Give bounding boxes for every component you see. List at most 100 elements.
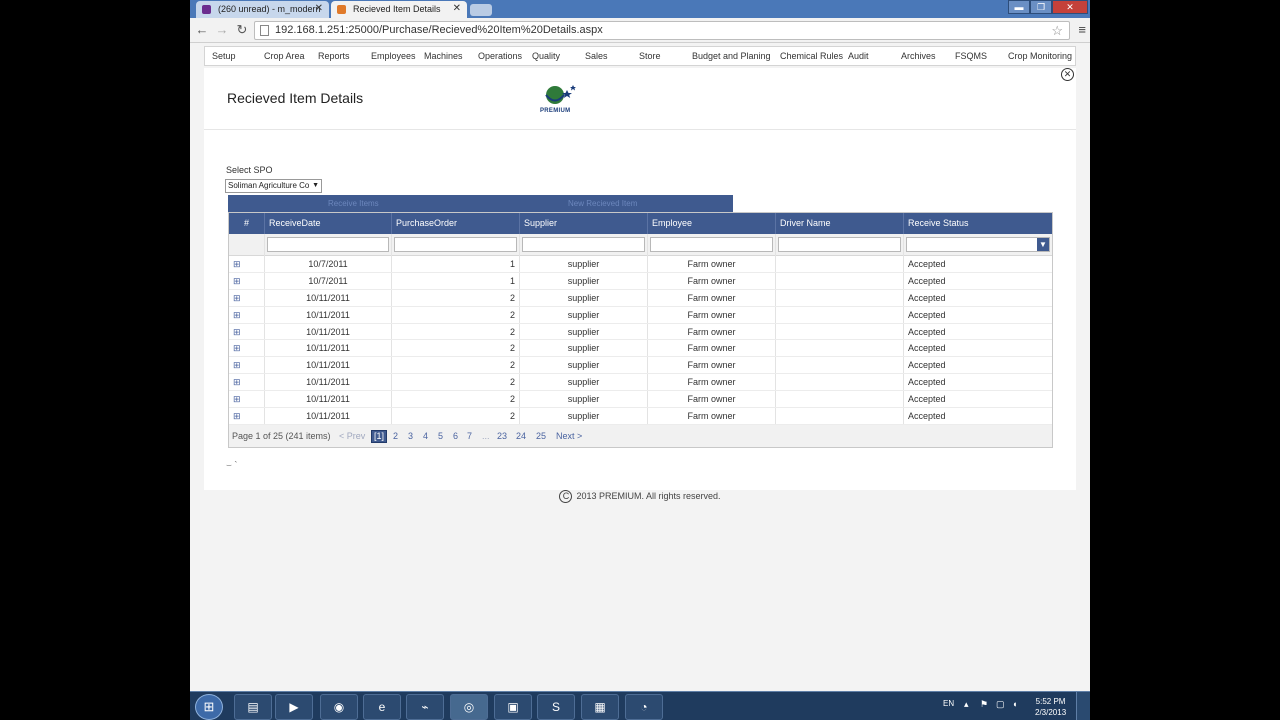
media-player-icon[interactable]: ▶	[275, 694, 313, 720]
column-header-supplier[interactable]: Supplier	[520, 213, 648, 234]
show-hidden-icons-icon[interactable]: ▴	[964, 699, 969, 710]
nav-store[interactable]: Store	[639, 47, 661, 66]
chrome-icon[interactable]: ◎	[450, 694, 488, 720]
nav-quality[interactable]: Quality	[532, 47, 560, 66]
tab-mail[interactable]: (260 unread) - m_modern ✕	[196, 1, 329, 18]
spo-dropdown[interactable]: Soliman Agriculture Co ▼	[225, 179, 322, 193]
nav-budget-and-planing[interactable]: Budget and Planing	[692, 47, 771, 66]
cell-supplier: supplier	[520, 340, 648, 357]
maximize-button[interactable]: ❐	[1030, 0, 1052, 14]
firefox-icon[interactable]: ◉	[320, 694, 358, 720]
table-row[interactable]: ⊞ 10/11/2011 2 supplier Farm owner Accepted	[229, 357, 1052, 375]
pager-page[interactable]: 3	[408, 425, 413, 447]
pager-page[interactable]: 5	[438, 425, 443, 447]
menu-icon[interactable]: ≡	[1078, 22, 1086, 37]
nav-operations[interactable]: Operations	[478, 47, 522, 66]
nav-reports[interactable]: Reports	[318, 47, 350, 66]
pager-page[interactable]: 2	[393, 425, 398, 447]
pager-current-page[interactable]: [1]	[371, 429, 388, 443]
expand-row-icon[interactable]: ⊞	[229, 374, 265, 391]
table-row[interactable]: ⊞ 10/11/2011 2 supplier Farm owner Accepted	[229, 374, 1052, 392]
camera-app-icon[interactable]: ▦	[581, 694, 619, 720]
column-header-employee[interactable]: Employee	[648, 213, 776, 234]
ie-icon[interactable]: e	[363, 694, 401, 720]
system-clock[interactable]: 5:52 PM 2/3/2013	[1035, 696, 1066, 718]
new-tab-button[interactable]	[470, 4, 492, 16]
filter-supplier-input[interactable]	[522, 237, 645, 252]
expand-row-icon[interactable]: ⊞	[229, 391, 265, 408]
nav-crop-monitoring[interactable]: Crop Monitoring	[1008, 47, 1072, 66]
expand-row-icon[interactable]: ⊞	[229, 340, 265, 357]
nav-chemical-rules[interactable]: Chemical Rules	[780, 47, 843, 66]
pager-next[interactable]: Next >	[556, 425, 582, 447]
show-desktop-button[interactable]	[1076, 692, 1090, 720]
pager-page[interactable]: 24	[516, 425, 526, 447]
table-row[interactable]: ⊞ 10/7/2011 1 supplier Farm owner Accepted	[229, 272, 1052, 290]
messenger-icon[interactable]: ◔	[625, 694, 663, 720]
tab-recieved-item-details[interactable]: Recieved Item Details ✕	[331, 1, 467, 18]
pager-prev[interactable]: < Prev	[339, 425, 365, 447]
filter-receive-status-dropdown[interactable]: ▼	[906, 237, 1050, 252]
table-row[interactable]: ⊞ 10/11/2011 2 supplier Farm owner Accepted	[229, 289, 1052, 307]
expand-row-icon[interactable]: ⊞	[229, 289, 265, 306]
skype-icon[interactable]: S	[537, 694, 575, 720]
table-row[interactable]: ⊞ 10/11/2011 2 supplier Farm owner Accepted	[229, 391, 1052, 409]
table-row[interactable]: ⊞ 10/11/2011 2 supplier Farm owner Accepted	[229, 323, 1052, 341]
bookmark-star-icon[interactable]: ☆	[1051, 22, 1063, 39]
nav-employees[interactable]: Employees	[371, 47, 416, 66]
filter-employee-input[interactable]	[650, 237, 773, 252]
nav-archives[interactable]: Archives	[901, 47, 936, 66]
chevron-down-icon[interactable]: ▼	[1037, 238, 1049, 251]
flag-icon[interactable]: ⚑	[980, 699, 988, 710]
table-row[interactable]: ⊞ 10/11/2011 2 supplier Farm owner Accepted	[229, 340, 1052, 358]
nav-crop-area[interactable]: Crop Area	[264, 47, 305, 66]
explorer-icon[interactable]: ▤	[234, 694, 272, 720]
column-header-receive-status[interactable]: Receive Status	[904, 213, 1052, 234]
tab-close-icon[interactable]: ✕	[453, 1, 461, 17]
pager-page[interactable]: 23	[497, 425, 507, 447]
pager-page[interactable]: 4	[423, 425, 428, 447]
back-arrow-icon[interactable]: ←	[194, 22, 210, 37]
expand-row-icon[interactable]: ⊞	[229, 408, 265, 424]
close-window-button[interactable]: ✕	[1052, 0, 1088, 14]
table-row[interactable]: ⊞ 10/11/2011 2 supplier Farm owner Accepted	[229, 408, 1052, 425]
reload-icon[interactable]: ↻	[234, 22, 250, 38]
nav-machines[interactable]: Machines	[424, 47, 463, 66]
address-bar[interactable]: 192.168.1.251:25000/Purchase/Recieved%20…	[254, 21, 1070, 40]
forward-arrow-icon[interactable]: →	[214, 22, 230, 37]
tab-receive-items[interactable]: Receive Items	[328, 195, 379, 212]
close-icon[interactable]: ✕	[1061, 68, 1074, 81]
column-header-receive-date[interactable]: ReceiveDate	[265, 213, 392, 234]
minimize-button[interactable]: ▬	[1008, 0, 1030, 14]
network-icon[interactable]: ▢	[996, 699, 1005, 710]
language-indicator[interactable]: EN	[943, 699, 954, 708]
tab-close-icon[interactable]: ✕	[315, 1, 323, 17]
pager-page[interactable]: 6	[453, 425, 458, 447]
pager-page[interactable]: 25	[536, 425, 546, 447]
network-app-icon[interactable]: ▣	[494, 694, 532, 720]
expand-row-icon[interactable]: ⊞	[229, 256, 265, 272]
table-row[interactable]: ⊞ 10/7/2011 1 supplier Farm owner Accepted	[229, 256, 1052, 273]
expand-row-icon[interactable]: ⊞	[229, 357, 265, 374]
cell-supplier: supplier	[520, 272, 648, 289]
expand-row-icon[interactable]: ⊞	[229, 323, 265, 340]
windows-start-icon[interactable]: ⊞	[195, 694, 223, 720]
column-header-purchase-order[interactable]: PurchaseOrder	[392, 213, 520, 234]
expand-row-icon[interactable]: ⊞	[229, 272, 265, 289]
column-header-driver-name[interactable]: Driver Name	[776, 213, 904, 234]
filter-purchase-order-input[interactable]	[394, 237, 517, 252]
filter-driver-name-input[interactable]	[778, 237, 901, 252]
pager-page[interactable]: 7	[467, 425, 472, 447]
filter-receive-date-input[interactable]	[267, 237, 389, 252]
tab-title: (260 unread) - m_modern	[218, 4, 321, 14]
acrobat-icon[interactable]: ⌁	[406, 694, 444, 720]
nav-audit[interactable]: Audit	[848, 47, 869, 66]
nav-fsqms[interactable]: FSQMS	[955, 47, 987, 66]
nav-sales[interactable]: Sales	[585, 47, 608, 66]
table-row[interactable]: ⊞ 10/11/2011 2 supplier Farm owner Accepted	[229, 306, 1052, 324]
cell-driver-name	[776, 408, 904, 424]
tab-new-recieved-item[interactable]: New Recieved Item	[568, 195, 637, 212]
volume-icon[interactable]: ◖	[1012, 699, 1017, 709]
expand-row-icon[interactable]: ⊞	[229, 306, 265, 323]
nav-setup[interactable]: Setup	[212, 47, 236, 66]
